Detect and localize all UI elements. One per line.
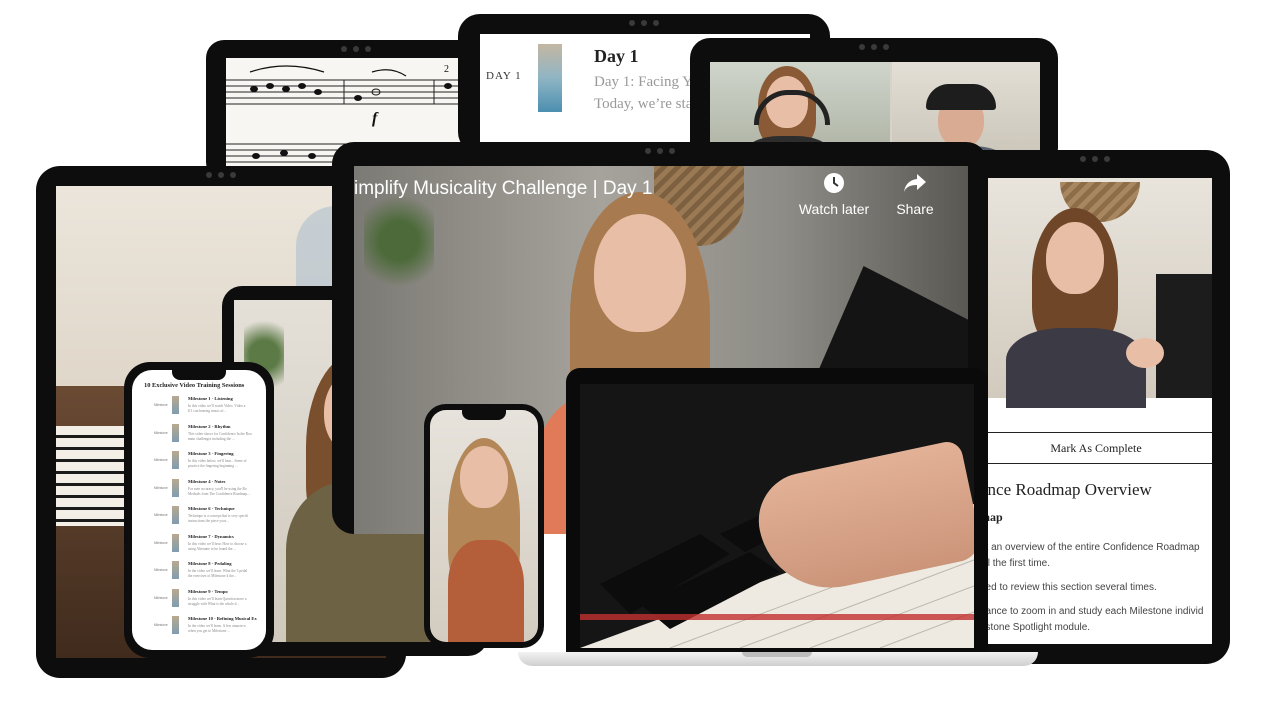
milestone-label: Milestone 9 - Tempo bbox=[188, 588, 228, 594]
lesson-text-line: et an overview of the entire Confidence … bbox=[980, 542, 1200, 553]
lesson-text-line: all the first time. bbox=[980, 558, 1051, 569]
milestone-list-item[interactable]: Milestone Milestone 6 - Technique Techniqu… bbox=[132, 504, 266, 530]
milestone-label: Milestone 8 - Pedaling bbox=[188, 561, 232, 566]
milestone-desc: This video shows for Confidence In the R… bbox=[188, 431, 252, 436]
video-title[interactable]: implify Musicality Challenge | Day 1 bbox=[354, 178, 653, 200]
milestone-label: Milestone 6 - Technique bbox=[188, 506, 235, 511]
lesson-title: Day 1 bbox=[594, 46, 639, 66]
lesson-panel-screen: Mark As Complete ence Roadmap Overview m… bbox=[980, 178, 1212, 644]
milestone-desc: practice the fingering beginning ... bbox=[188, 464, 238, 468]
milestone-list-item[interactable]: Milestone Milestone 2 - Rhythm This video … bbox=[132, 422, 266, 448]
milestone-label: Milestone 2 - Rhythm bbox=[188, 423, 231, 429]
milestone-tag: Milestone bbox=[154, 540, 168, 545]
phone-notch bbox=[462, 410, 506, 420]
milestone-desc: In this video we'll hear. How to choose … bbox=[188, 541, 247, 546]
milestone-desc: instructions the piece your... bbox=[188, 519, 229, 523]
milestone-list-item[interactable]: Milestone Milestone 3 - Fingering In this … bbox=[132, 449, 266, 475]
milestone-thumbnail bbox=[172, 506, 179, 524]
milestone-desc: Methods from The Confidence Roadmap... bbox=[188, 491, 250, 496]
share-button[interactable]: Share bbox=[888, 172, 942, 217]
laptop-piano-screen[interactable] bbox=[580, 384, 974, 648]
milestone-list-item[interactable]: Milestone Milestone 4 - Notes For note acc… bbox=[132, 477, 266, 503]
lesson-text-line: estone Spotlight module. bbox=[980, 622, 1091, 633]
milestone-list-item[interactable]: Milestone Milestone 8 - Pedaling In the vi… bbox=[132, 559, 266, 585]
lesson-thumbnail[interactable] bbox=[538, 44, 562, 112]
milestone-thumbnail bbox=[172, 451, 179, 469]
milestone-list-item[interactable]: Milestone Milestone 7 - Dynamics In this v… bbox=[132, 532, 266, 558]
milestone-desc: In this video we'll learn Question more … bbox=[188, 596, 247, 601]
milestone-list-item[interactable]: Milestone Milestone 1 - Listening In this … bbox=[132, 394, 266, 420]
milestone-desc: In this video we'll watch Video. Video a bbox=[188, 404, 246, 408]
milestone-label: Milestone 10 - Refining Musical Ex bbox=[188, 616, 257, 621]
milestone-tag: Milestone bbox=[154, 430, 168, 435]
laptop bbox=[566, 368, 988, 654]
milestone-tag: Milestone bbox=[154, 595, 168, 600]
lesson-text-line: hance to zoom in and study each Mileston… bbox=[980, 606, 1204, 617]
fingering-number: 2 bbox=[444, 64, 449, 75]
plant bbox=[364, 186, 434, 296]
watch-later-button[interactable]: Watch later bbox=[794, 172, 874, 217]
milestone-list-item[interactable]: Milestone Milestone 10 - Refining Musical… bbox=[132, 614, 266, 640]
milestone-desc: If I can hearing music of... bbox=[188, 409, 227, 413]
milestone-tag: Milestone bbox=[154, 568, 168, 572]
milestone-desc: In the video we'll learn. A few amazin w bbox=[188, 624, 247, 628]
laptop-notch bbox=[742, 652, 812, 657]
milestone-thumbnail bbox=[172, 616, 179, 634]
milestone-list-item[interactable]: Milestone Milestone 9 - Tempo In this vide… bbox=[132, 587, 266, 613]
lesson-heading: ence Roadmap Overview bbox=[980, 480, 1152, 499]
milestone-desc: using Alternate to be found the ... bbox=[188, 546, 237, 551]
milestone-label: Milestone 7 - Dynamics bbox=[188, 533, 234, 539]
phone-milestone-list: 10 Exclusive Video Training Sessions Mil… bbox=[124, 362, 274, 658]
milestone-desc: the exercises of Milestone 4 the... bbox=[188, 574, 237, 578]
share-arrow-icon bbox=[904, 174, 926, 192]
milestone-thumbnail bbox=[172, 423, 179, 442]
milestone-label: Milestone 3 - Fingering bbox=[188, 451, 234, 456]
share-label: Share bbox=[896, 201, 934, 217]
milestone-list-title: 10 Exclusive Video Training Sessions bbox=[144, 382, 245, 389]
milestone-list-screen: 10 Exclusive Video Training Sessions Mil… bbox=[132, 370, 266, 650]
milestone-tag: Milestone bbox=[154, 485, 168, 490]
milestone-thumbnail bbox=[172, 588, 179, 607]
lesson-subtitle: Day 1: Facing Yo bbox=[594, 74, 700, 90]
milestone-tag: Milestone bbox=[154, 623, 168, 627]
milestone-label: Milestone 4 - Notes bbox=[188, 478, 226, 484]
milestone-tag: Milestone bbox=[154, 458, 168, 462]
milestone-desc: In this video below, we'll hear... Some … bbox=[188, 459, 247, 463]
milestone-label: Milestone 1 - Listening bbox=[188, 396, 233, 401]
milestone-desc: main challenges including the ... bbox=[188, 436, 235, 441]
mark-complete-button[interactable]: Mark As Complete bbox=[980, 432, 1212, 464]
milestone-desc: struggle with What is the whole d... bbox=[188, 601, 240, 606]
milestone-desc: Technique is a concept that is very spec… bbox=[188, 514, 249, 518]
watch-later-label: Watch later bbox=[798, 201, 870, 217]
lesson-body: Today, we’re star bbox=[594, 96, 698, 112]
lesson-panel-tablet: Mark As Complete ence Roadmap Overview m… bbox=[960, 150, 1230, 664]
clock-icon bbox=[824, 173, 844, 193]
milestone-thumbnail bbox=[172, 396, 179, 414]
day-side-label: DAY 1 bbox=[486, 70, 522, 82]
milestone-desc: when you get to Milestone ... bbox=[188, 629, 230, 633]
milestone-desc: For note accuracy, you'll be using the R… bbox=[188, 486, 247, 491]
phone-portrait-screen bbox=[430, 410, 538, 642]
lesson-video-frame[interactable] bbox=[980, 178, 1212, 408]
lesson-text-line: eed to review this section several times… bbox=[980, 582, 1157, 593]
phone-portrait bbox=[424, 404, 544, 648]
milestone-tag: Milestone bbox=[154, 403, 168, 407]
milestone-thumbnail bbox=[172, 561, 179, 579]
milestone-thumbnail bbox=[172, 533, 179, 552]
milestone-tag: Milestone bbox=[154, 513, 168, 517]
dynamic-mark: f bbox=[372, 110, 378, 127]
milestone-desc: In the video we'll learn. What the 3 ped… bbox=[188, 569, 248, 573]
milestone-thumbnail bbox=[172, 478, 179, 497]
phone-notch bbox=[172, 370, 226, 380]
